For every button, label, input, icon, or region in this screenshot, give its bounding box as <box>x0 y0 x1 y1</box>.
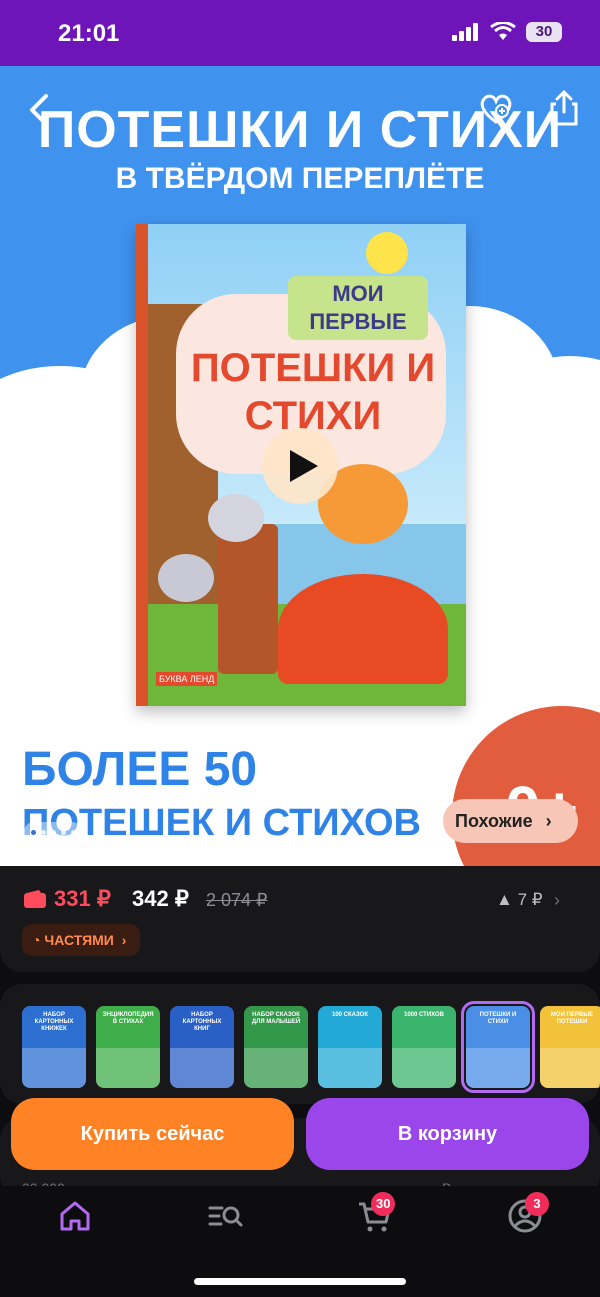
wallet-icon <box>24 890 46 908</box>
mouse-illustration <box>158 554 214 602</box>
variant-thumbnail[interactable]: МОИ ПЕРВЫЕ ПОТЕШКИ <box>540 1006 600 1088</box>
home-icon <box>60 1201 90 1231</box>
tab-cart[interactable]: 30 <box>355 1192 396 1236</box>
tab-profile[interactable]: 3 <box>505 1192 549 1236</box>
carousel-dot[interactable] <box>40 829 46 835</box>
carousel-dots[interactable] <box>24 822 82 842</box>
tab-home[interactable] <box>55 1196 95 1236</box>
variant-title: ПОТЕШКИ И СТИХИ <box>479 1012 517 1025</box>
sun-illustration <box>366 232 408 274</box>
variant-cover-art <box>318 1048 382 1088</box>
variant-title: МОИ ПЕРВЫЕ ПОТЕШКИ <box>550 1012 594 1025</box>
status-time: 21:01 <box>58 20 120 47</box>
price-card: 331 ₽ 342 ₽ 2 074 ₽ ▲ 7 ₽ › ◔ ЧАСТЯМИ › <box>0 866 600 972</box>
carousel-dot[interactable] <box>60 829 66 835</box>
play-icon <box>290 450 318 482</box>
status-icons: 30 <box>452 22 562 42</box>
variant-cover-art <box>466 1048 530 1088</box>
variant-title: 1000 СТИХОВ <box>403 1012 445 1018</box>
wifi-icon <box>490 22 516 40</box>
battery-indicator: 30 <box>526 22 562 42</box>
variant-thumbnail[interactable]: 100 СКАЗОК <box>318 1006 382 1088</box>
share-button[interactable] <box>548 88 580 128</box>
current-price: 342 ₽ <box>132 886 189 911</box>
chevron-right-icon: › <box>121 932 127 948</box>
variant-cover-art <box>22 1048 86 1088</box>
hero-caption-line1: БОЛЕЕ 50 <box>22 743 258 796</box>
variant-title: НАБОР СКАЗОК ДЛЯ МАЛЫШЕЙ <box>251 1012 301 1025</box>
variant-title: НАБОР КАРТОННЫХ КНИЖЕК <box>34 1012 74 1032</box>
variant-title: ЭНЦИКЛОПЕДИЯ В СТИХАХ <box>102 1012 154 1025</box>
carousel-dot[interactable] <box>70 829 76 835</box>
similar-products-button[interactable]: Похожие › <box>443 799 578 843</box>
signal-icon <box>452 23 478 41</box>
variant-selector: НАБОР КАРТОННЫХ КНИЖЕК ЭНЦИКЛОПЕДИЯ В СТИ… <box>0 984 600 1104</box>
variant-cover-art <box>244 1048 308 1088</box>
variant-cover-art <box>540 1048 600 1088</box>
chevron-left-icon <box>30 94 48 126</box>
mouse-illustration <box>208 494 264 542</box>
variant-title: 100 СКАЗОК <box>331 1012 368 1018</box>
profile-badge: 3 <box>525 1192 549 1216</box>
price-change[interactable]: ▲ 7 ₽ <box>496 890 543 910</box>
heart-icon <box>480 94 512 124</box>
variant-cover-art <box>170 1048 234 1088</box>
variant-title: НАБОР КАРТОННЫХ КНИГ <box>182 1012 222 1032</box>
tab-bar: 30 3 <box>0 1186 600 1297</box>
price-change-value: 7 ₽ <box>517 890 543 909</box>
hero-caption-line2: ПОТЕШЕК И СТИХОВ <box>22 802 421 844</box>
old-price: 2 074 ₽ <box>206 890 268 910</box>
search-list-icon <box>208 1206 243 1227</box>
hero-subtitle: В ТВЁРДОМ ПЕРЕПЛЁТЕ <box>115 162 485 195</box>
buy-now-button[interactable]: Купить сейчас <box>11 1098 294 1170</box>
card-price: 331 ₽ <box>54 886 111 911</box>
variant-thumbnail[interactable]: НАБОР КАРТОННЫХ КНИГ <box>170 1006 234 1088</box>
book-cover-label: МОИ ПЕРВЫЕ <box>288 276 428 340</box>
pie-chart-icon: ◔ <box>32 932 41 948</box>
publisher-logo: БУКВА ЛЕНД <box>156 672 218 686</box>
tab-catalog[interactable] <box>205 1196 245 1236</box>
back-button[interactable] <box>22 90 58 130</box>
product-gallery[interactable]: ПОТЕШКИ И СТИХИ В ТВЁРДОМ ПЕРЕПЛЁТЕ МОИ … <box>0 66 600 866</box>
variant-thumbnail[interactable]: ЭНЦИКЛОПЕДИЯ В СТИХАХ <box>96 1006 160 1088</box>
status-bar: 21:01 30 <box>0 0 600 66</box>
home-indicator <box>194 1278 406 1285</box>
variant-cover-art <box>96 1048 160 1088</box>
share-icon <box>550 89 578 126</box>
similar-label: Похожие <box>455 811 533 831</box>
triangle-up-icon: ▲ <box>496 890 513 909</box>
installments-label: ЧАСТЯМИ <box>44 932 114 948</box>
installments-button[interactable]: ◔ ЧАСТЯМИ › <box>22 924 141 956</box>
play-video-button[interactable] <box>262 428 338 504</box>
variant-thumbnail[interactable]: ПОТЕШКИ И СТИХИ <box>461 1001 535 1093</box>
variant-thumbnail[interactable]: 1000 СТИХОВ <box>392 1006 456 1088</box>
chevron-right-icon: › <box>545 811 552 831</box>
chevron-right-icon[interactable]: › <box>554 890 560 911</box>
variant-thumbnail[interactable]: НАБОР КАРТОННЫХ КНИЖЕК <box>22 1006 86 1088</box>
product-screen: 21:01 30 ПОТЕШКИ И СТИХИ В ТВЁРДОМ ПЕРЕП… <box>0 0 600 1297</box>
variant-cover-art <box>392 1048 456 1088</box>
carousel-dot[interactable] <box>30 829 36 835</box>
carousel-dot[interactable] <box>50 829 56 835</box>
book-cover-title: ПОТЕШКИ И СТИХИ <box>190 346 436 438</box>
favorite-button[interactable] <box>478 90 514 126</box>
add-to-cart-button[interactable]: В корзину <box>306 1098 589 1170</box>
variant-thumbnail[interactable]: НАБОР СКАЗОК ДЛЯ МАЛЫШЕЙ <box>244 1006 308 1088</box>
